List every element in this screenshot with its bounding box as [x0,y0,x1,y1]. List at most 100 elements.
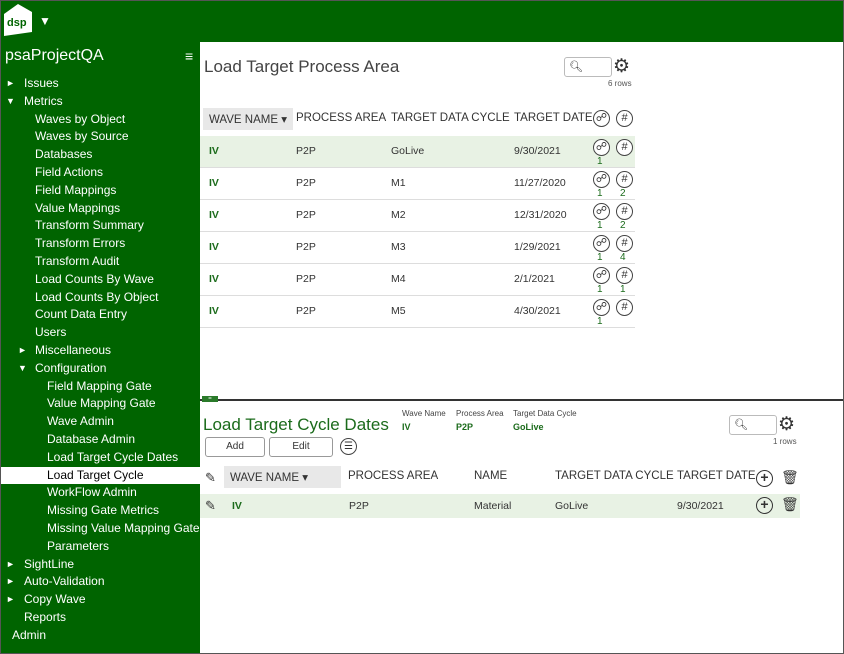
hierarchy-icon[interactable]: ☍ [593,235,610,252]
hierarchy-icon[interactable]: ☍ [593,203,610,220]
sidebar-item-missing-gate-metrics[interactable]: Missing Gate Metrics [1,502,200,520]
sidebar-item-workflow-admin[interactable]: WorkFlow Admin [1,484,200,502]
sidebar-item-field-mappings[interactable]: Field Mappings [1,182,200,200]
sidebar-item-value-mappings[interactable]: Value Mappings [1,200,200,218]
p1-header-wave-name[interactable]: WAVE NAME ▾ [203,108,293,130]
hierarchy-icon[interactable]: ☍ [593,299,610,316]
table-row[interactable]: IV P2P M2 12/31/2020 ☍ #1 2 [200,200,635,232]
hierarchy-count[interactable]: 1 [597,284,603,295]
delete-row-icon[interactable]: 🗑︎ [781,496,799,513]
hierarchy-icon[interactable]: ☍ [593,139,610,156]
p2-header-process-area[interactable]: PROCESS AREA [348,470,438,482]
hash-icon[interactable]: # [616,203,633,220]
sidebar-item-copy-wave[interactable]: ► Copy Wave [1,591,200,609]
sidebar-item-admin[interactable]: Admin [1,627,200,645]
row-target-date: 2/1/2021 [514,273,555,285]
sidebar-item-waves-by-source[interactable]: Waves by Source [1,128,200,146]
panel-divider[interactable] [200,399,843,401]
table-row[interactable]: IV P2P M1 11/27/2020 ☍ #1 2 [200,168,635,200]
hierarchy-count[interactable]: 1 [597,188,603,199]
sidebar-item-transform-summary[interactable]: Transform Summary [1,217,200,235]
sidebar-item-sightline[interactable]: ► SightLine [1,556,200,574]
panel1-search-input[interactable]: 🔍︎ [564,57,612,77]
p2-header-name[interactable]: NAME [474,470,507,482]
sidebar-item-load-counts-by-object[interactable]: Load Counts By Object [1,289,200,307]
sidebar-item-label: Reports [24,609,67,624]
sidebar-item-metrics[interactable]: ▼ Metrics [1,93,200,111]
edit-row-pencil-icon[interactable]: ✎ [205,498,216,514]
sidebar-item-transform-errors[interactable]: Transform Errors [1,235,200,253]
p2-header-target-date[interactable]: TARGET DATE [677,470,756,482]
hierarchy-count[interactable]: 1 [597,220,603,231]
caret-down-icon[interactable]: ▼ [6,93,15,111]
sidebar-item-miscellaneous[interactable]: ► Miscellaneous [1,342,200,360]
sidebar-item-transform-audit[interactable]: Transform Audit [1,253,200,271]
app-menu-caret-icon[interactable]: ▼ [39,14,51,28]
p2-header-target-data-cycle[interactable]: TARGET DATA CYCLE [555,470,674,482]
hierarchy-count[interactable]: 1 [597,156,603,167]
table-row[interactable]: ✎ IV P2P Material GoLive 9/30/2021 + 🗑︎ [200,494,800,518]
hierarchy-icon[interactable]: ☍ [593,171,610,188]
sidebar-item-databases[interactable]: Databases [1,146,200,164]
sidebar-item-issues[interactable]: ► Issues [1,75,200,93]
add-row-icon[interactable]: + [756,497,773,514]
hierarchy-header-icon[interactable]: ☍ [593,110,610,127]
hash-count[interactable]: 2 [620,188,626,199]
hash-header-icon[interactable]: # [616,110,633,127]
sidebar-item-parameters[interactable]: Parameters [1,538,200,556]
sidebar-item-load-target-cycle-dates[interactable]: Load Target Cycle Dates [1,449,200,467]
sidebar-item-database-admin[interactable]: Database Admin [1,431,200,449]
p1-header-target-data-cycle[interactable]: TARGET DATA CYCLE [391,112,510,124]
sidebar-item-field-mapping-gate[interactable]: Field Mapping Gate [1,378,200,396]
p1-header-target-date[interactable]: TARGET DATE [514,112,593,124]
add-row-header-icon[interactable]: + [756,470,773,487]
sidebar-item-users[interactable]: Users [1,324,200,342]
hierarchy-count[interactable]: 1 [597,252,603,263]
caret-right-icon[interactable]: ► [6,75,15,93]
hash-icon[interactable]: # [616,299,633,316]
hash-icon[interactable]: # [616,171,633,188]
sidebar-item-label: Transform Audit [35,253,120,268]
sidebar-item-waves-by-object[interactable]: Waves by Object [1,111,200,129]
sidebar-item-value-mapping-gate[interactable]: Value Mapping Gate [1,395,200,413]
panel2-search-input[interactable]: 🔍︎ [729,415,777,435]
hash-icon[interactable]: # [616,267,633,284]
table-row[interactable]: IV P2P M4 2/1/2021 ☍ #1 1 [200,264,635,296]
sidebar-item-missing-value-mapping-gate[interactable]: Missing Value Mapping Gate [1,520,200,538]
column-list-icon[interactable]: ☰ [340,438,357,455]
divider-handle-icon[interactable]: = [202,396,218,402]
caret-right-icon[interactable]: ► [6,573,15,591]
caret-right-icon[interactable]: ► [6,591,15,609]
hash-count[interactable]: 4 [620,252,626,263]
panel1-gear-icon[interactable]: ⚙ [613,57,630,76]
hash-count[interactable]: 1 [620,284,626,295]
panel2-gear-icon[interactable]: ⚙ [778,415,795,434]
caret-down-icon[interactable]: ▼ [18,360,27,378]
table-row[interactable]: IV P2P M5 4/30/2021 ☍ #1 [200,296,635,328]
sidebar-item-wave-admin[interactable]: Wave Admin [1,413,200,431]
sidebar-item-reports[interactable]: Reports [1,609,200,627]
hamburger-menu-icon[interactable]: ≡ [185,48,193,64]
edit-button[interactable]: Edit [269,437,333,457]
dsp-logo-icon[interactable]: dsp [4,4,34,36]
sidebar-item-load-target-cycle[interactable]: Load Target Cycle [1,466,200,485]
hierarchy-icon[interactable]: ☍ [593,267,610,284]
add-button[interactable]: Add [205,437,265,457]
hash-count[interactable]: 2 [620,220,626,231]
p1-header-process-area[interactable]: PROCESS AREA [296,112,386,124]
caret-right-icon[interactable]: ► [6,556,15,574]
hierarchy-count[interactable]: 1 [597,316,603,327]
p2-header-wave-name[interactable]: WAVE NAME ▾ [224,466,341,488]
sidebar-item-load-counts-by-wave[interactable]: Load Counts By Wave [1,271,200,289]
table-row[interactable]: IV P2P GoLive 9/30/2021 ☍ #1 [200,136,635,168]
sidebar-item-count-data-entry[interactable]: Count Data Entry [1,306,200,324]
caret-right-icon[interactable]: ► [18,342,27,360]
sidebar-item-field-actions[interactable]: Field Actions [1,164,200,182]
sidebar-item-auto-validation[interactable]: ► Auto-Validation [1,573,200,591]
delete-header-icon[interactable]: 🗑︎ [781,469,799,486]
table-row[interactable]: IV P2P M3 1/29/2021 ☍ #1 4 [200,232,635,264]
sidebar-item-configuration[interactable]: ▼ Configuration [1,360,200,378]
hash-icon[interactable]: # [616,139,633,156]
hash-icon[interactable]: # [616,235,633,252]
edit-pencil-header-icon[interactable]: ✎ [205,470,216,486]
